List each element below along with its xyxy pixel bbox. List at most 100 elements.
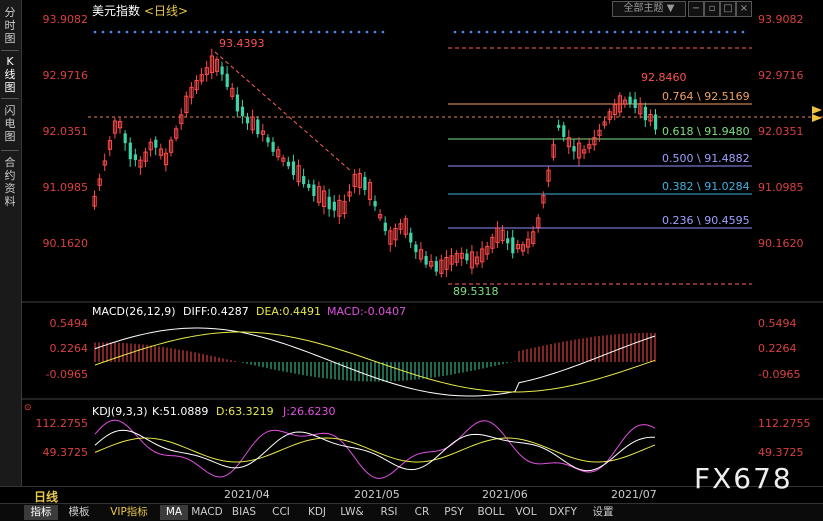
fib-label-0618: 0.618 \ 91.9480 <box>662 125 750 138</box>
tab-dxfy[interactable]: DXFY <box>546 505 580 520</box>
signal-dot <box>237 30 241 34</box>
signal-dot <box>269 30 273 34</box>
candle <box>291 161 296 176</box>
restore-icon[interactable]: ▫ <box>704 1 720 17</box>
date-label: 2021/07 <box>611 488 657 501</box>
candle <box>271 141 275 152</box>
signal-dot <box>349 30 353 34</box>
signal-dot <box>165 30 169 34</box>
candle <box>128 142 132 160</box>
signal-dot <box>133 30 137 34</box>
candle <box>154 139 158 148</box>
recent-high-label: 92.8460 <box>641 71 687 84</box>
signal-dot <box>213 30 217 34</box>
tab-boll[interactable]: BOLL <box>474 505 508 520</box>
signal-dot <box>533 30 537 34</box>
price-marker-icon <box>812 106 822 114</box>
candle <box>633 99 637 108</box>
signal-dot <box>581 30 585 34</box>
symbol-name: 美元指数 <box>92 4 141 18</box>
tab-bias[interactable]: BIAS <box>228 505 260 520</box>
tab-rsi[interactable]: RSI <box>374 505 404 520</box>
fib-label-0764: 0.764 \ 92.5169 <box>662 90 750 103</box>
macd-axis-label: 0.2264 <box>49 342 89 355</box>
signal-dot <box>509 30 513 34</box>
minus-icon[interactable]: − <box>688 1 704 17</box>
kdj-k: K:51.0889 <box>152 405 209 418</box>
kdj-axis-label: 112.2755 <box>35 417 89 430</box>
signal-dot <box>653 30 657 34</box>
candle <box>654 114 658 130</box>
date-label: 2021/06 <box>482 488 528 501</box>
candle <box>562 125 566 137</box>
signal-dot <box>189 30 193 34</box>
macd-axis-label: 0.2264 <box>758 342 797 355</box>
tab-cr[interactable]: CR <box>410 505 434 520</box>
maximize-icon[interactable]: □ <box>720 1 736 17</box>
signal-dot <box>565 30 569 34</box>
macd-diff: DIFF:0.4287 <box>183 305 249 318</box>
price-axis-right-label: 92.0351 <box>758 125 804 138</box>
macd-axis-label: -0.0965 <box>45 368 88 381</box>
candle <box>506 238 510 244</box>
kdj-d: D:63.3219 <box>216 405 274 418</box>
fib-label-0236: 0.236 \ 90.4595 <box>662 214 750 227</box>
date-label: 2021/05 <box>354 488 400 501</box>
kdj-title: KDJ(9,3,3) <box>92 405 148 418</box>
signal-dot <box>717 30 721 34</box>
signal-dot <box>701 30 705 34</box>
high-price-label: 93.4393 <box>219 37 265 50</box>
candle <box>327 196 331 210</box>
tab-vip-indicators[interactable]: VIP指标 <box>102 505 156 520</box>
signal-dot <box>261 30 265 34</box>
fib-label-0500: 0.500 \ 91.4882 <box>662 152 750 165</box>
tab-lwr[interactable]: LW& <box>336 505 368 520</box>
kdj-axis-label: 112.2755 <box>758 417 811 430</box>
candle <box>256 119 260 135</box>
date-label: 2021/04 <box>224 488 270 501</box>
candle <box>465 253 469 261</box>
settings-dot-icon[interactable]: ⊙ <box>24 403 32 413</box>
signal-dot <box>453 30 457 34</box>
candle <box>123 133 127 144</box>
tab-ma[interactable]: MA <box>160 505 188 520</box>
signal-dot <box>613 30 617 34</box>
signal-dot <box>117 30 121 34</box>
tab-vol[interactable]: VOL <box>512 505 540 520</box>
tab-kdj[interactable]: KDJ <box>302 505 332 520</box>
signal-dot <box>325 30 329 34</box>
signal-dot <box>621 30 625 34</box>
signal-dot <box>309 30 313 34</box>
signal-dot <box>541 30 545 34</box>
tab-settings[interactable]: 设置 <box>586 505 620 520</box>
fib-label-0382: 0.382 \ 91.0284 <box>662 180 750 193</box>
low-price-label: 89.5318 <box>453 285 499 298</box>
tab-cci[interactable]: CCI <box>266 505 296 520</box>
close-icon[interactable]: × <box>736 1 752 17</box>
signal-dot <box>293 30 297 34</box>
candle <box>383 222 387 232</box>
signal-dot <box>693 30 697 34</box>
price-axis-right-label: 90.1620 <box>758 237 804 250</box>
signal-dot <box>517 30 521 34</box>
candle <box>643 106 647 121</box>
signal-dot <box>101 30 105 34</box>
candle <box>235 94 239 112</box>
signal-dot <box>597 30 601 34</box>
macd-axis-label: -0.0965 <box>758 368 801 381</box>
tab-macd[interactable]: MACD <box>190 505 224 520</box>
macd-value: MACD:-0.0407 <box>327 305 407 318</box>
signal-dot <box>709 30 713 34</box>
tab-psy[interactable]: PSY <box>440 505 468 520</box>
candle <box>572 146 576 152</box>
price-marker-icon <box>812 114 822 122</box>
candle <box>414 244 418 253</box>
price-axis-left-label: 90.1620 <box>42 237 89 250</box>
tab-indicators[interactable]: 指标 <box>24 505 58 520</box>
signal-dot <box>549 30 553 34</box>
theme-dropdown[interactable]: 全部主题 ▼ <box>612 1 686 17</box>
candle <box>312 184 316 196</box>
signal-dot <box>741 30 745 34</box>
tab-templates[interactable]: 模板 <box>62 505 96 520</box>
signal-dot <box>493 30 497 34</box>
